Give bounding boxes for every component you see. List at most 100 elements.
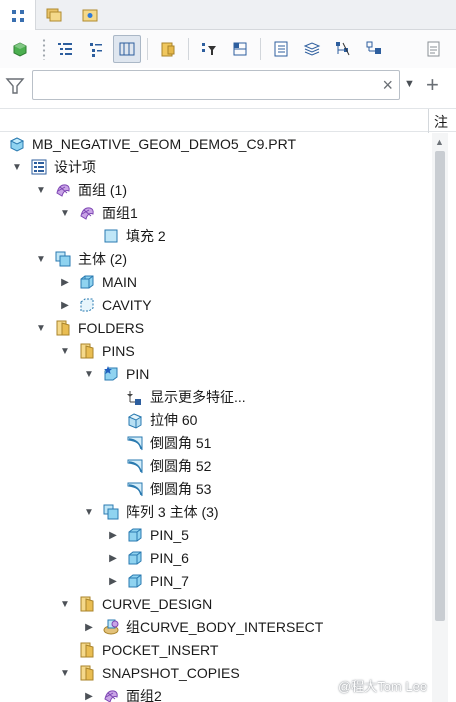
collapse-arrow-icon[interactable]: ▼	[34, 321, 48, 335]
bodies-icon	[54, 250, 72, 268]
tree-node-label: 面组2	[126, 688, 162, 702]
expand-arrow-icon[interactable]: ▶	[82, 689, 96, 702]
tree-list-button[interactable]	[51, 35, 79, 63]
structure-icon	[366, 41, 381, 54]
body-icon	[126, 572, 144, 590]
document-icon	[427, 41, 440, 57]
tree-node-quilt2[interactable]: ▶ 面组2	[82, 685, 162, 702]
collapse-arrow-icon[interactable]: ▼	[82, 505, 96, 519]
tree-node-label: 主体 (2)	[78, 251, 127, 267]
tree-node-label: 设计项	[54, 159, 96, 175]
body-icon	[78, 273, 96, 291]
expand-arrow-icon[interactable]: ▶	[82, 620, 96, 634]
toolbar-grip[interactable]	[41, 38, 47, 60]
folder-icon	[78, 641, 96, 659]
clear-search-icon[interactable]: ×	[382, 75, 393, 95]
layer-tree-button[interactable]	[226, 35, 254, 63]
folder-icon	[78, 595, 96, 613]
collapse-arrow-icon[interactable]: ▼	[10, 160, 24, 174]
search-dropdown-icon[interactable]: ▼	[404, 78, 415, 90]
search-input[interactable]	[33, 71, 363, 99]
cube-icon	[13, 42, 27, 57]
tree-node-design-items[interactable]: ▼ 设计项	[10, 156, 96, 178]
cavity-body-icon	[78, 296, 96, 314]
tree-node-group-curve[interactable]: ▶ 组CURVE_BODY_INTERSECT	[82, 616, 323, 638]
notes-button[interactable]	[420, 35, 448, 63]
tree-node-label: 面组 (1)	[78, 182, 127, 198]
collapse-arrow-icon[interactable]: ▼	[58, 344, 72, 358]
tree-node-pattern3[interactable]: ▼ 阵列 3 主体 (3)	[82, 501, 219, 523]
model-tree: MB_NEGATIVE_GEOM_DEMO5_C9.PRT ▼ 设计项 ▼ 面组…	[0, 133, 430, 702]
folder-icon	[54, 319, 72, 337]
extrude-icon	[126, 411, 144, 429]
tree-node-main[interactable]: ▶ MAIN	[58, 271, 137, 293]
tree-node-snapshot-copies[interactable]: ▼ SNAPSHOT_COPIES	[58, 662, 240, 684]
expand-arrow-icon[interactable]: ▶	[58, 275, 72, 289]
column-header-note[interactable]: 注	[434, 112, 448, 132]
expand-arrow-icon[interactable]: ▶	[106, 551, 120, 565]
tree-node-label: CAVITY	[102, 297, 152, 313]
properties-button[interactable]	[267, 35, 295, 63]
folder-icon	[78, 664, 96, 682]
tree-node-curve-design[interactable]: ▼ CURVE_DESIGN	[58, 593, 212, 615]
tree-node-pin5[interactable]: ▶ PIN_5	[106, 524, 189, 546]
structure-button[interactable]	[360, 35, 388, 63]
tree-node-label: PIN_6	[150, 550, 189, 566]
tab-favorites[interactable]	[72, 0, 108, 30]
tree-node-round51[interactable]: 倒圆角 51	[126, 432, 211, 454]
round-icon	[126, 434, 144, 452]
tree-node-extrude60[interactable]: 拉伸 60	[126, 409, 197, 431]
tree-node-round52[interactable]: 倒圆角 52	[126, 455, 211, 477]
tree-node-label: SNAPSHOT_COPIES	[102, 665, 240, 681]
tree-filter-button[interactable]	[195, 35, 223, 63]
collapse-arrow-icon[interactable]: ▼	[34, 252, 48, 266]
pattern-bodies-icon	[102, 503, 120, 521]
round-icon	[126, 480, 144, 498]
tree-node-show-more[interactable]: 显示更多特征...	[126, 386, 246, 408]
tree-node-label: 倒圆角 53	[150, 481, 212, 497]
layers-button[interactable]	[298, 35, 326, 63]
collapse-arrow-icon[interactable]: ▼	[82, 367, 96, 381]
tree-node-label: 面组1	[102, 205, 138, 221]
tree-filter-icon	[202, 43, 216, 55]
tree-node-root-part[interactable]: MB_NEGATIVE_GEOM_DEMO5_C9.PRT	[8, 133, 296, 155]
tree-node-pocket-insert[interactable]: POCKET_INSERT	[78, 639, 218, 661]
tree-node-fill2[interactable]: 填充 2	[102, 225, 166, 247]
model-tree-icon	[11, 9, 24, 22]
tree-columns-button[interactable]	[113, 35, 141, 63]
tab-model-tree[interactable]	[0, 0, 36, 31]
tree-node-pin6[interactable]: ▶ PIN_6	[106, 547, 189, 569]
tab-folder-browser[interactable]	[36, 0, 72, 30]
expand-arrow-icon[interactable]: ▶	[106, 574, 120, 588]
collapse-arrow-icon[interactable]: ▼	[58, 666, 72, 680]
hierarchy-button[interactable]	[329, 35, 357, 63]
column-divider[interactable]	[428, 109, 429, 133]
watermark: @程大Tom Lee	[338, 679, 428, 694]
add-filter-icon[interactable]: +	[426, 71, 439, 99]
collapse-arrow-icon[interactable]: ▼	[34, 183, 48, 197]
tree-node-pin[interactable]: ▼ PIN	[82, 363, 149, 385]
tree-node-cavity[interactable]: ▶ CAVITY	[58, 294, 152, 316]
tree-scrollbar[interactable]: ▲	[432, 133, 448, 702]
tree-node-round53[interactable]: 倒圆角 53	[126, 478, 211, 500]
tree-node-quilt1[interactable]: ▼ 面组1	[58, 202, 138, 224]
scrollbar-thumb[interactable]	[435, 151, 445, 621]
tree-node-bodies[interactable]: ▼ 主体 (2)	[34, 248, 127, 270]
expand-arrow-icon[interactable]: ▶	[106, 528, 120, 542]
filter-icon[interactable]	[0, 76, 30, 96]
collapse-arrow-icon[interactable]: ▼	[58, 206, 72, 220]
display-style-button[interactable]	[6, 35, 34, 63]
tree-node-pin7[interactable]: ▶ PIN_7	[106, 570, 189, 592]
expand-arrow-icon[interactable]: ▶	[58, 298, 72, 312]
tree-node-label: 填充 2	[126, 228, 166, 244]
scroll-up-icon[interactable]: ▲	[435, 137, 444, 147]
hierarchy-icon	[336, 42, 350, 56]
expand-tree-button[interactable]	[82, 35, 110, 63]
collapse-arrow-icon[interactable]: ▼	[58, 597, 72, 611]
search-row: × ▼ +	[0, 68, 456, 104]
tree-node-label: 显示更多特征...	[150, 389, 246, 405]
settings-folder-button[interactable]	[154, 35, 182, 63]
tree-node-quilts[interactable]: ▼ 面组 (1)	[34, 179, 127, 201]
tree-node-folders[interactable]: ▼ FOLDERS	[34, 317, 144, 339]
tree-node-pins[interactable]: ▼ PINS	[58, 340, 135, 362]
